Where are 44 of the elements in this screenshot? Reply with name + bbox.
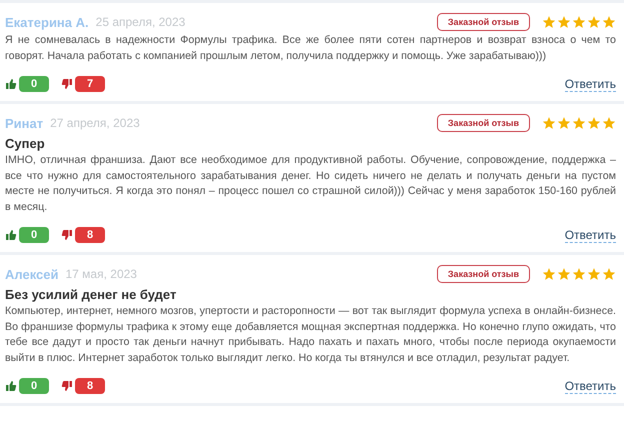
star-icon — [557, 15, 571, 29]
paid-review-badge: Заказной отзыв — [436, 114, 530, 132]
star-icon — [557, 267, 571, 281]
star-icon — [572, 267, 586, 281]
star-icon — [587, 116, 601, 130]
review-date: 27 апреля, 2023 — [50, 116, 140, 130]
star-icon — [542, 15, 556, 29]
review-title: Без усилий денег не будет — [5, 287, 178, 302]
thumbs-down-icon[interactable] — [61, 380, 73, 392]
review-date: 25 апреля, 2023 — [96, 15, 186, 29]
like-count: 0 — [19, 76, 49, 92]
star-icon — [587, 267, 601, 281]
star-icon — [542, 267, 556, 281]
dislike-count: 8 — [75, 227, 105, 243]
thumbs-down-icon[interactable] — [61, 78, 73, 90]
like-count: 0 — [19, 227, 49, 243]
thumbs-up-icon[interactable] — [5, 229, 17, 241]
dislike-count: 7 — [75, 76, 105, 92]
reply-link[interactable]: Ответить — [564, 378, 616, 394]
author-name: Алексей — [5, 266, 58, 282]
star-icon — [602, 15, 616, 29]
star-icon — [557, 116, 571, 130]
dislike-count: 8 — [75, 378, 105, 394]
review-date: 17 мая, 2023 — [66, 267, 137, 281]
thumbs-down-icon[interactable] — [61, 229, 73, 241]
reply-link[interactable]: Ответить — [564, 76, 616, 92]
review-title: Супер — [5, 136, 46, 151]
review-text: IMHO, отличная франшиза. Дают все необходимое для продуктивной работы. Обучение, сопровождение, поддержка – все что нужно для самостоятельного зарабатывания денег. Но сидеть ничего не делать и получать деньги на пустом месте не получиться. Я когда это понял – процесс пошел со страшной силой))) Сейчас у меня заработок 150-160 рублей в месяц. — [5, 153, 616, 214]
author-name: Ринат — [5, 116, 44, 130]
star-icon — [572, 116, 586, 130]
paid-review-badge: Заказной отзыв — [436, 13, 530, 31]
review-text: Компьютер, интернет, немного мозгов, упертости и расторопности — вот так выглядит формула успеха в онлайн-бизнесе. Во франшизе формулы трафика к этому еще добавляется мощная экспертная поддержка. Но конечно глупо ожидать, что тебе все дадут и просто так деньги начнут прибывать. Надо пахать и пахать много, чтобы после периода окупаемости выйти в плюс. Интернет заработок только выглядит легко. Но когда ты втянулся и все отладил, результат радует. — [5, 304, 616, 366]
author-name: Екатерина А. — [5, 14, 89, 30]
star-icon — [602, 267, 616, 281]
star-icon — [572, 15, 586, 29]
reply-link[interactable]: Ответить — [564, 228, 616, 242]
paid-review-badge: Заказной отзыв — [436, 265, 530, 283]
thumbs-up-icon[interactable] — [5, 380, 17, 392]
star-icon — [602, 116, 616, 130]
star-icon — [587, 15, 601, 29]
review-text: Я не сомневалась в надежности Формулы трафика. Все же более пяти сотен партнеров и возврат взноса о чем то говорят. Начала работать с компанией прошлым летом, получила поддержку и помощь. Уже зарабатываю))) — [5, 33, 616, 64]
like-count: 0 — [19, 378, 49, 394]
thumbs-up-icon[interactable] — [5, 78, 17, 90]
star-icon — [542, 116, 556, 130]
